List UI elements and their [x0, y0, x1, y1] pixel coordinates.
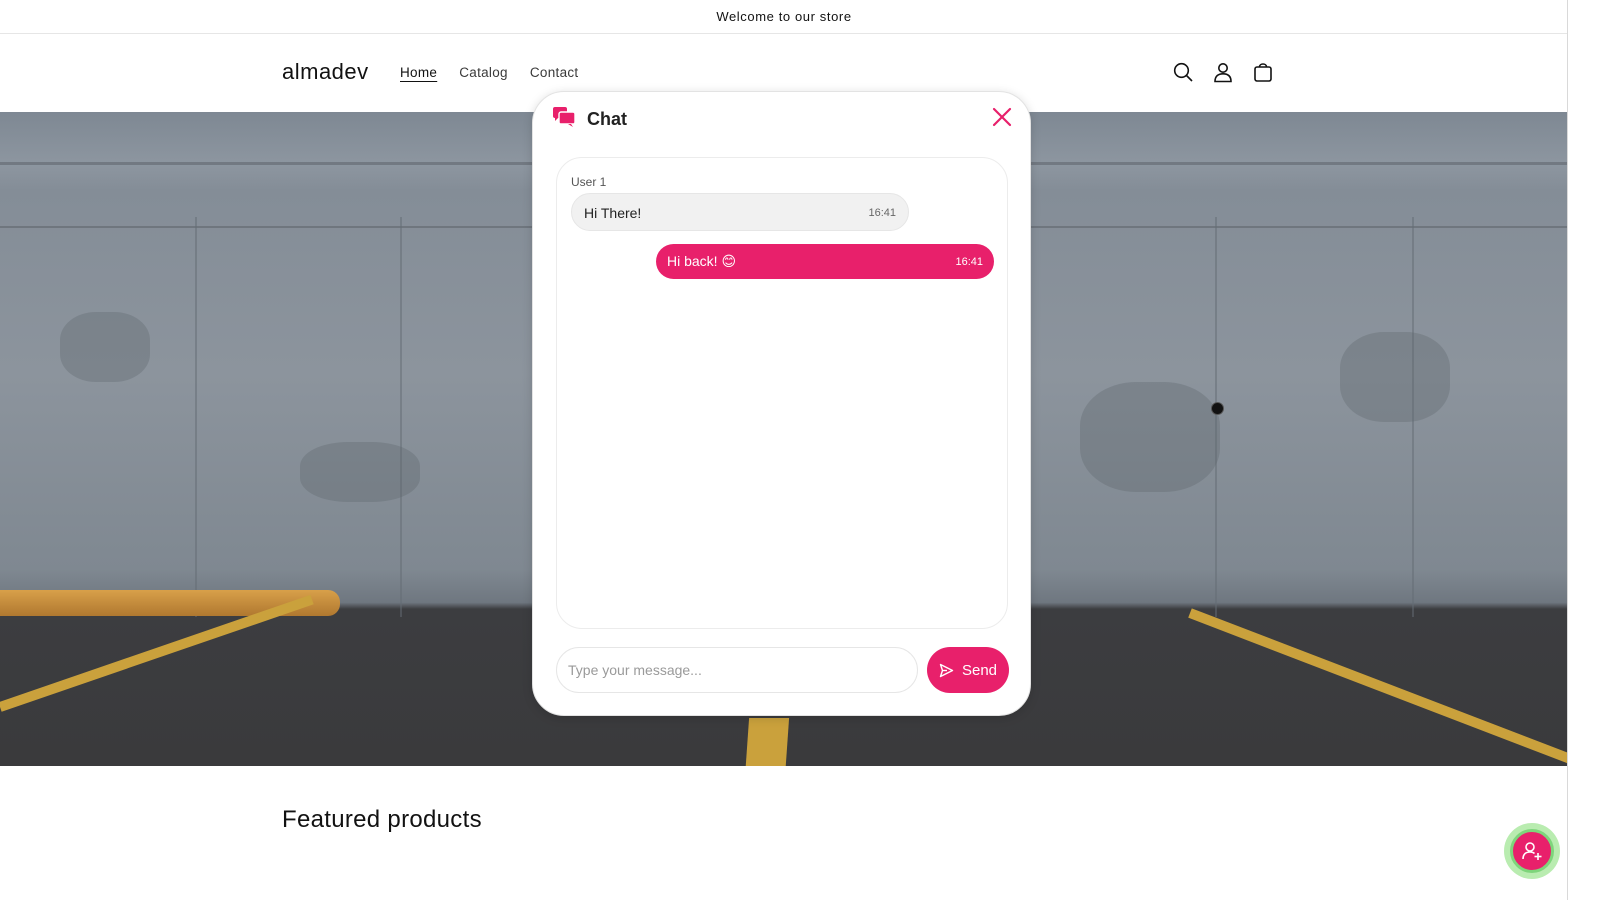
chat-title: Chat [587, 109, 627, 129]
send-button[interactable]: Send [927, 647, 1009, 693]
message-list[interactable]: User 1 Hi There! 16:41 Hi back! 😊 16:41 [556, 157, 1008, 629]
cart-icon[interactable] [1252, 61, 1274, 83]
wall-seam [400, 217, 402, 617]
search-icon[interactable] [1172, 61, 1194, 83]
message-input[interactable] [556, 647, 918, 693]
message-text: Hi back! 😊 [667, 253, 737, 269]
main-nav: Home Catalog Contact [400, 65, 578, 80]
wall-stain [60, 312, 150, 382]
parking-line [1188, 608, 1567, 766]
chat-window: Chat User 1 Hi There! 16:41 Hi back! 😊 1… [532, 91, 1031, 716]
message-time: 16:41 [955, 256, 983, 268]
outgoing-message: Hi back! 😊 16:41 [656, 244, 994, 279]
chat-header: Chat [553, 107, 627, 132]
message-sender: User 1 [571, 175, 607, 189]
chat-launcher-ring [1510, 829, 1554, 873]
announcement-text: Welcome to our store [716, 9, 852, 24]
nav-home[interactable]: Home [400, 65, 437, 80]
chat-launcher-button[interactable] [1504, 823, 1560, 879]
send-icon [939, 663, 954, 677]
message-time: 16:41 [868, 207, 896, 219]
nav-contact[interactable]: Contact [530, 65, 579, 80]
parking-line [744, 718, 790, 766]
wall-stain [1080, 382, 1220, 492]
cursor-dot [1211, 402, 1224, 415]
close-chat-button[interactable] [991, 106, 1013, 128]
incoming-message: Hi There! 16:41 [571, 193, 909, 231]
storefront-page: Welcome to our store almadev Home Catalo… [0, 0, 1568, 900]
message-text: Hi There! [584, 205, 642, 221]
send-label: Send [961, 661, 998, 679]
user-add-icon [1522, 842, 1542, 860]
wall-seam [195, 217, 197, 617]
wall-stain [300, 442, 420, 502]
chat-bubbles-icon [553, 107, 576, 132]
wall-stain [1340, 332, 1450, 422]
account-icon[interactable] [1212, 61, 1234, 83]
featured-products-title: Featured products [282, 806, 482, 833]
header-icons [1172, 61, 1274, 83]
nav-catalog[interactable]: Catalog [459, 65, 508, 80]
announcement-bar: Welcome to our store [0, 0, 1567, 34]
close-icon [992, 107, 1012, 127]
store-logo[interactable]: almadev [282, 59, 369, 85]
